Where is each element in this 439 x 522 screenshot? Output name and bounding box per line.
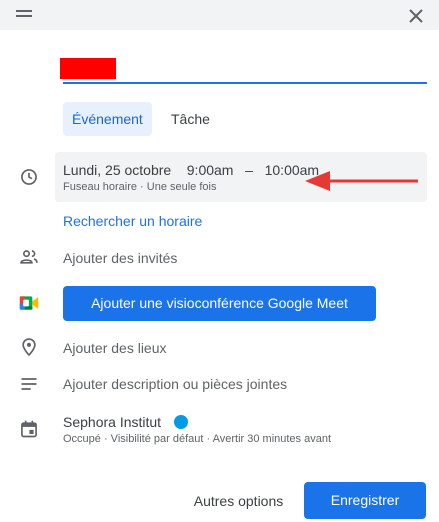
title-input[interactable] <box>60 56 427 84</box>
drag-handle-icon[interactable] <box>16 10 32 18</box>
red-arrow-icon <box>305 171 418 191</box>
save-button[interactable]: Enregistrer <box>304 482 426 519</box>
google-meet-icon <box>19 296 39 310</box>
calendar-color-dot <box>174 415 188 429</box>
title-redaction <box>60 58 116 79</box>
add-guests[interactable]: Ajouter des invités <box>63 250 177 266</box>
start-time[interactable]: 9:00am <box>187 162 234 178</box>
datetime-line: Lundi, 25 octobre 9:00am – 10:00am <box>63 162 319 178</box>
more-options-button[interactable]: Autres options <box>181 484 296 518</box>
calendar-icon <box>21 420 37 438</box>
location-pin-icon <box>22 338 36 357</box>
add-description[interactable]: Ajouter description ou pièces jointes <box>63 376 287 392</box>
google-meet-button[interactable]: Ajouter une visioconférence Google Meet <box>63 286 376 321</box>
datetime-subtext: Fuseau horaire · Une seule fois <box>63 181 217 193</box>
find-time-link[interactable]: Rechercher un horaire <box>63 213 202 229</box>
dialog-header[interactable] <box>0 0 439 30</box>
calendar-details[interactable]: Occupé · Visibilité par défaut · Avertir… <box>63 433 331 445</box>
clock-icon <box>21 169 37 185</box>
people-icon <box>20 250 38 264</box>
calendar-selector[interactable]: Sephora Institut <box>63 414 161 430</box>
time-dash: – <box>245 162 253 178</box>
date-value[interactable]: Lundi, 25 octobre <box>63 162 171 178</box>
tab-event[interactable]: Événement <box>63 102 152 136</box>
tab-task[interactable]: Tâche <box>162 102 219 136</box>
close-icon[interactable] <box>404 4 428 28</box>
add-location[interactable]: Ajouter des lieux <box>63 340 167 356</box>
notes-icon <box>21 378 37 390</box>
